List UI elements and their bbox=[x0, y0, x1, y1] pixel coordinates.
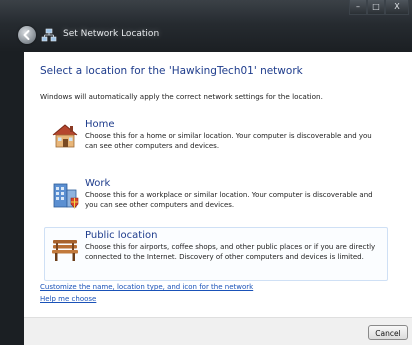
option-home[interactable]: Home Choose this for a home or similar l… bbox=[44, 116, 388, 162]
title-bar: Set Network Location – □ X bbox=[0, 0, 412, 52]
customize-network-link[interactable]: Customize the name, location type, and i… bbox=[40, 283, 253, 291]
minimize-button[interactable]: – bbox=[349, 0, 367, 15]
option-public-location-title: Public location bbox=[85, 230, 158, 241]
page-title: Select a location for the 'HawkingTech01… bbox=[40, 65, 303, 77]
option-home-title: Home bbox=[85, 119, 115, 130]
work-icon bbox=[53, 183, 79, 209]
window-title: Set Network Location bbox=[63, 29, 160, 39]
window-left-frame bbox=[0, 52, 24, 345]
option-work-description: Choose this for a workplace or similar l… bbox=[85, 191, 373, 209]
network-icon bbox=[41, 28, 57, 42]
option-work[interactable]: Work Choose this for a workplace or simi… bbox=[44, 175, 388, 221]
set-network-location-window: Set Network Location – □ X Select a loca… bbox=[0, 0, 412, 345]
page-description: Windows will automatically apply the cor… bbox=[40, 92, 323, 101]
close-button[interactable]: X bbox=[385, 0, 409, 15]
option-work-title: Work bbox=[85, 178, 111, 189]
cancel-button[interactable]: Cancel bbox=[368, 325, 408, 340]
home-icon bbox=[52, 124, 78, 148]
back-button[interactable] bbox=[18, 26, 36, 44]
back-arrow-icon bbox=[23, 30, 30, 40]
option-public-location[interactable]: Public location Choose this for airports… bbox=[44, 227, 388, 281]
help-me-choose-link[interactable]: Help me choose bbox=[40, 295, 96, 303]
option-public-location-description: Choose this for airports, coffee shops, … bbox=[85, 243, 376, 261]
caption-buttons: – □ X bbox=[349, 0, 409, 15]
maximize-button[interactable]: □ bbox=[367, 0, 385, 15]
option-home-description: Choose this for a home or similar locati… bbox=[85, 132, 372, 150]
dialog-footer: Cancel bbox=[24, 317, 412, 345]
bench-icon bbox=[52, 240, 78, 261]
dialog-content: Select a location for the 'HawkingTech01… bbox=[24, 52, 412, 317]
